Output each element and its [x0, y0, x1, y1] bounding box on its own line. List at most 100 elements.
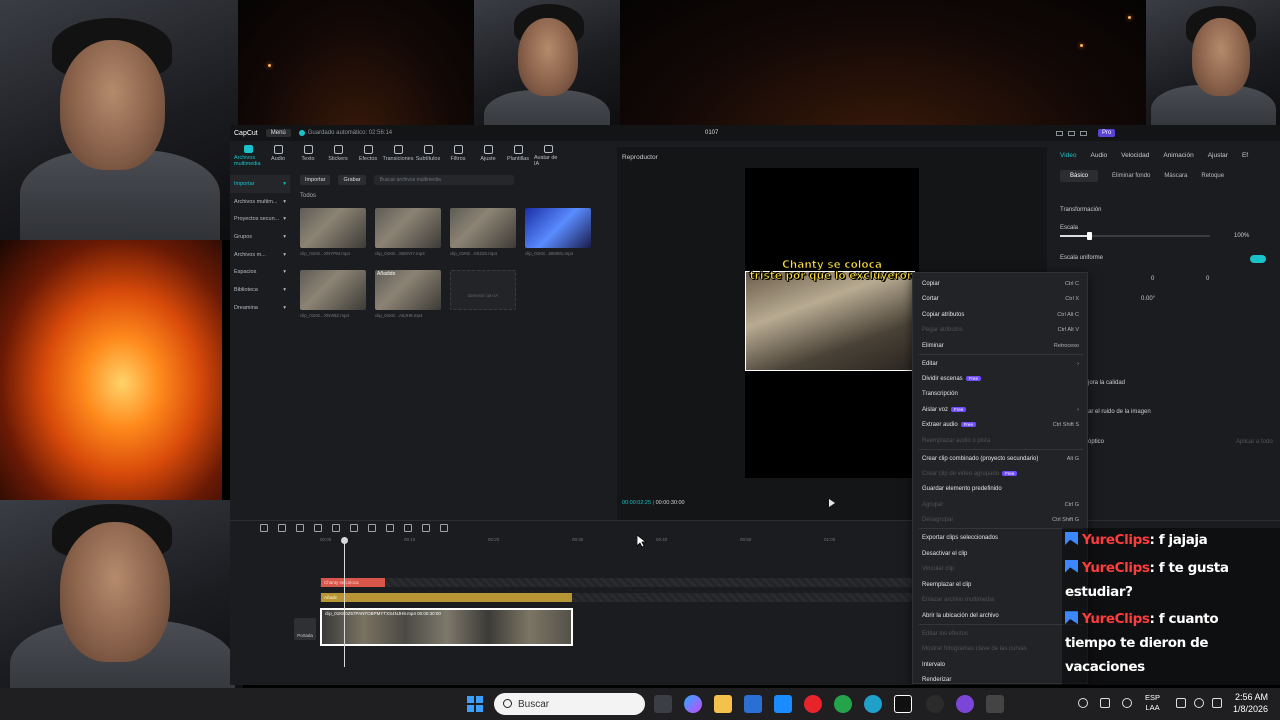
- uniform-scale-toggle[interactable]: [1250, 255, 1266, 263]
- context-menu-item[interactable]: Aislar voz Free: [922, 407, 967, 413]
- toolbar-adjust[interactable]: Ajuste: [474, 145, 502, 167]
- menu-button[interactable]: Menú: [265, 129, 291, 137]
- toolbar-templates[interactable]: Plantillas: [504, 145, 532, 167]
- context-menu-item[interactable]: Renderizar: [922, 677, 951, 683]
- outlook-icon[interactable]: [774, 695, 792, 713]
- cover-button[interactable]: Portada: [294, 618, 316, 640]
- media-thumbnail[interactable]: [300, 208, 366, 248]
- sidebar-item[interactable]: Proyectos secun... ▾: [230, 210, 290, 228]
- rotate-icon[interactable]: [440, 524, 448, 532]
- toolbar-filters[interactable]: Filtros: [444, 145, 472, 167]
- undo-icon[interactable]: [260, 524, 268, 532]
- media-search-input[interactable]: Buscar archivos multimedia: [373, 175, 514, 185]
- preview-canvas[interactable]: Chanty se coloca triste por que lo exclu…: [745, 168, 919, 478]
- mic-icon[interactable]: [1122, 698, 1132, 708]
- app-icon[interactable]: [986, 695, 1004, 713]
- toolbar-avatar[interactable]: Avatar de IA: [534, 145, 562, 167]
- context-menu-item[interactable]: Copiar atributos: [922, 312, 964, 318]
- toolbar-effects[interactable]: Efectos: [354, 145, 382, 167]
- context-menu-item[interactable]: Crear clip combinado (proyecto secundari…: [922, 456, 1038, 462]
- media-thumbnail[interactable]: Añadido: [375, 270, 441, 310]
- delete-icon[interactable]: [350, 524, 358, 532]
- layout-icon[interactable]: [1056, 130, 1063, 136]
- language-indicator[interactable]: ESP LAA: [1145, 693, 1160, 713]
- marker-icon[interactable]: [368, 524, 376, 532]
- sticker-clip[interactable]: Añadir: [321, 593, 572, 602]
- context-menu-item[interactable]: Abrir la ubicación del archivo: [922, 613, 999, 619]
- tray-icon[interactable]: [1078, 698, 1088, 708]
- redo-icon[interactable]: [278, 524, 286, 532]
- windows-start-icon[interactable]: [467, 696, 483, 712]
- preview-caption[interactable]: Chanty se coloca triste por que lo exclu…: [747, 259, 917, 282]
- scale-slider[interactable]: [1060, 232, 1210, 240]
- inspector-tab[interactable]: Video: [1060, 152, 1077, 159]
- media-item[interactable]: clip_01KE...SBSVI7.mp4: [375, 208, 441, 256]
- preview-clip-frame[interactable]: [745, 271, 915, 371]
- inspector-tab[interactable]: Velocidad: [1121, 152, 1149, 159]
- inspector-subtab[interactable]: Básico: [1060, 170, 1099, 182]
- obs-icon[interactable]: [926, 695, 944, 713]
- volume-icon[interactable]: [1194, 698, 1204, 708]
- inspector-tab[interactable]: Ef: [1242, 152, 1248, 159]
- media-item[interactable]: clip_01KE...XNVBZ.mp4: [300, 270, 366, 318]
- media-thumbnail[interactable]: [450, 208, 516, 248]
- layout-buttons[interactable]: [1056, 130, 1087, 136]
- context-menu-item[interactable]: Desactivar el clip: [922, 551, 967, 557]
- video-clip[interactable]: clip_01KE0Z57PANTOBPMYTXS4NJH8.mp4 00:00…: [320, 608, 573, 646]
- position-y[interactable]: 0: [1206, 276, 1209, 282]
- scale-value[interactable]: 100%: [1234, 233, 1249, 239]
- context-menu-item[interactable]: Transcripción: [922, 391, 958, 397]
- context-menu-item[interactable]: Reemplazar el clip: [922, 582, 971, 588]
- wifi-icon[interactable]: [1176, 698, 1186, 708]
- freeze-icon[interactable]: [404, 524, 412, 532]
- toolbar-audio[interactable]: Audio: [264, 145, 292, 167]
- context-menu-item[interactable]: Copiar: [922, 281, 940, 287]
- context-menu-item[interactable]: Dividir escenas Free: [922, 376, 981, 382]
- toolbar-subtitles[interactable]: Subtítulos: [414, 145, 442, 167]
- store-icon[interactable]: [744, 695, 762, 713]
- split-left-icon[interactable]: [314, 524, 322, 532]
- record-button[interactable]: Grabar: [338, 175, 366, 185]
- inspector-tab[interactable]: Animación: [1163, 152, 1193, 159]
- rotation-value[interactable]: 0.00°: [1141, 296, 1155, 302]
- taskbar-search[interactable]: Buscar: [494, 693, 645, 715]
- media-thumbnail[interactable]: [375, 208, 441, 248]
- layout-icon[interactable]: [1068, 130, 1075, 136]
- copilot-icon[interactable]: [684, 695, 702, 713]
- twitch-studio-icon[interactable]: [956, 695, 974, 713]
- playhead[interactable]: [341, 537, 348, 667]
- context-menu-item[interactable]: Eliminar: [922, 343, 944, 349]
- context-menu-item[interactable]: Cortar: [922, 296, 939, 302]
- sidebar-item[interactable]: Grupos ▾: [230, 228, 290, 246]
- sidebar-item[interactable]: Importar ▾: [230, 175, 290, 193]
- inspector-subtab[interactable]: Retoque: [1201, 173, 1224, 179]
- split-right-icon[interactable]: [332, 524, 340, 532]
- media-item[interactable]: clip_01KE...BM381.mp4: [525, 208, 591, 256]
- media-item[interactable]: Generar con IA: [450, 270, 516, 318]
- sidebar-item[interactable]: Dreamina ▾: [230, 299, 290, 317]
- browser-icon[interactable]: [864, 695, 882, 713]
- apply-all-button[interactable]: Aplicar a todo: [1236, 439, 1273, 445]
- media-thumbnail[interactable]: [525, 208, 591, 248]
- toolbar-text[interactable]: Texto: [294, 145, 322, 167]
- pro-badge[interactable]: Pro: [1098, 129, 1116, 137]
- media-item[interactable]: Añadido clip_01KE...A6JH8.mp4: [375, 270, 441, 318]
- media-item[interactable]: clip_01KE...0S220.mp4: [450, 208, 516, 256]
- import-button[interactable]: Importar: [300, 175, 331, 185]
- battery-icon[interactable]: [1212, 698, 1222, 708]
- sidebar-item[interactable]: Espacios ▾: [230, 263, 290, 281]
- inspector-tab[interactable]: Audio: [1091, 152, 1108, 159]
- sidebar-item[interactable]: Archivos m... ▾: [230, 246, 290, 264]
- media-thumbnail[interactable]: [300, 270, 366, 310]
- media-thumbnail[interactable]: Generar con IA: [450, 270, 516, 310]
- media-item[interactable]: clip_01KE...XNYPM.mp4: [300, 208, 366, 256]
- context-menu-item[interactable]: Editar: [922, 361, 938, 367]
- chevron-up-icon[interactable]: [1056, 698, 1066, 708]
- mirror-icon[interactable]: [422, 524, 430, 532]
- context-menu-item[interactable]: Extraer audio Free: [922, 422, 976, 428]
- text-clip[interactable]: Chanty se coloca: [321, 578, 385, 587]
- context-menu-item[interactable]: Exportar clips seleccionados: [922, 535, 998, 541]
- file-explorer-icon[interactable]: [714, 695, 732, 713]
- sidebar-item[interactable]: Archivos multim... ▾: [230, 193, 290, 211]
- scale-handle[interactable]: [1086, 232, 1092, 240]
